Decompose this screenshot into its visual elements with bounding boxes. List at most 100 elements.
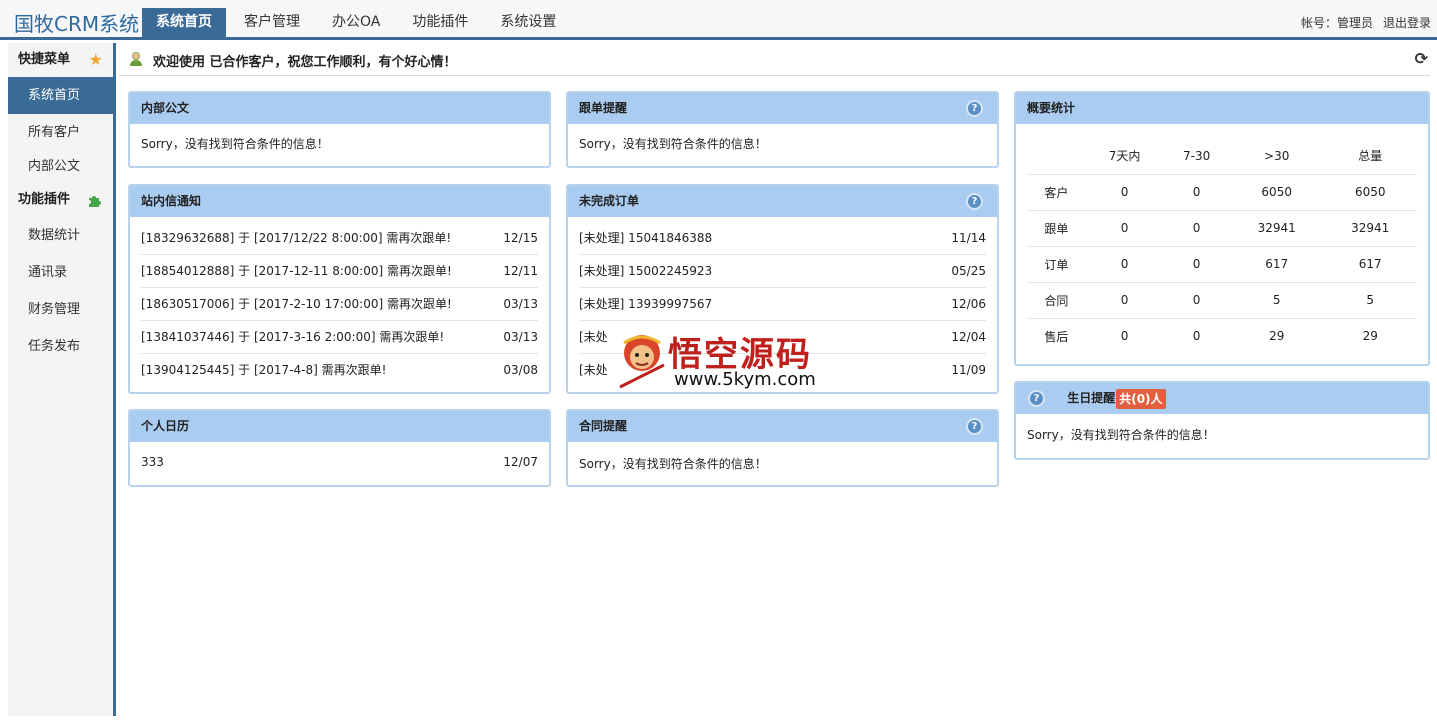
- sidebar-item-home[interactable]: 系统首页: [8, 77, 113, 114]
- account-area: 帐号：管理员 退出登录: [1291, 14, 1431, 31]
- table-cell: 0: [1163, 317, 1230, 354]
- account-label: 帐号：管理员: [1300, 16, 1373, 30]
- list-item[interactable]: [未处理] 13939997567 12/06: [579, 288, 986, 321]
- table-cell: 0: [1163, 173, 1230, 210]
- item-date: 03/13: [503, 330, 538, 344]
- table-cell: 0: [1085, 281, 1164, 318]
- sidebar-quick-menu-label: 快捷菜单: [18, 52, 71, 67]
- panel-title: 合同提醒: [579, 419, 628, 433]
- nav-office-oa[interactable]: 办公OA: [318, 8, 394, 37]
- item-date: 12/06: [951, 297, 986, 311]
- table-cell: 订单: [1027, 245, 1086, 282]
- nav-plugins[interactable]: 功能插件: [398, 8, 482, 37]
- welcome-bar: 欢迎使用 已合作客户，祝您工作顺利，有个好心情！ ⟳: [119, 43, 1430, 76]
- help-icon[interactable]: ?: [966, 418, 983, 435]
- panel-personal-calendar: 个人日历 333 12/07: [128, 409, 551, 487]
- item-text: [未处: [579, 363, 608, 377]
- puzzle-icon: [87, 183, 103, 220]
- sidebar: 快捷菜单 ★ 系统首页 所有客户 内部公文 功能插件 数据统计 通讯录 财务管理…: [8, 43, 116, 716]
- table-cell: 32941: [1229, 209, 1324, 246]
- table-cell: 0: [1085, 209, 1164, 246]
- table-cell: 5: [1229, 281, 1324, 318]
- list-item[interactable]: [18630517006] 于 [2017-2-10 17:00:00] 需再次…: [141, 288, 538, 321]
- item-text: [13841037446] 于 [2017-3-16 2:00:00] 需再次跟…: [141, 330, 445, 344]
- panel-site-messages: 站内信通知 [18329632688] 于 [2017/12/22 8:00:0…: [128, 184, 551, 394]
- column-header: 7-30: [1182, 148, 1211, 163]
- table-cell: 5: [1323, 281, 1417, 318]
- item-text: [18329632688] 于 [2017/12/22 8:00:00] 需再次…: [141, 231, 452, 245]
- sidebar-item-contacts[interactable]: 通讯录: [8, 254, 113, 291]
- table-cell: 跟单: [1027, 209, 1086, 246]
- help-icon[interactable]: ?: [966, 100, 983, 117]
- sidebar-item-all-customers[interactable]: 所有客户: [8, 114, 113, 151]
- sidebar-item-finance[interactable]: 财务管理: [8, 291, 113, 328]
- sidebar-item-statistics[interactable]: 数据统计: [8, 217, 113, 254]
- empty-message: Sorry，没有找到符合条件的信息！: [579, 457, 767, 471]
- panel-title: 跟单提醒: [579, 101, 628, 115]
- list-item[interactable]: [未处 12/04: [579, 321, 986, 354]
- list-item[interactable]: [13841037446] 于 [2017-3-16 2:00:00] 需再次跟…: [141, 321, 538, 354]
- table-row: 合同 0 0 5 5: [1027, 281, 1417, 318]
- sidebar-plugins-header: 功能插件: [8, 183, 113, 217]
- birthday-count-badge: 共(0)人: [1116, 388, 1166, 409]
- table-row: 订单 0 0 617 617: [1027, 245, 1417, 282]
- nav-settings[interactable]: 系统设置: [486, 8, 570, 37]
- nav-customers[interactable]: 客户管理: [230, 8, 314, 37]
- logout-link[interactable]: 退出登录: [1383, 16, 1431, 30]
- empty-message: Sorry，没有找到符合条件的信息！: [579, 137, 767, 151]
- sidebar-plugins-label: 功能插件: [18, 192, 71, 207]
- table-row: 跟单 0 0 32941 32941: [1027, 209, 1417, 246]
- panel-title: 未完成订单: [579, 194, 640, 208]
- stats-header-row: 7天内 7-30 >30 总量: [1027, 138, 1417, 174]
- help-icon[interactable]: ?: [966, 193, 983, 210]
- sidebar-item-tasks[interactable]: 任务发布: [8, 328, 113, 365]
- item-text: [未处理] 15002245923: [579, 264, 713, 278]
- list-item[interactable]: [未处理] 15041846388 11/14: [579, 222, 986, 255]
- item-date: 11/14: [951, 231, 986, 245]
- list-item[interactable]: [18854012888] 于 [2017-12-11 8:00:00] 需再次…: [141, 255, 538, 288]
- panel-title: 个人日历: [130, 411, 549, 442]
- list-item[interactable]: [未处 11/09: [579, 354, 986, 387]
- app-title: 国牧CRM系统: [14, 12, 140, 36]
- item-text: [18854012888] 于 [2017-12-11 8:00:00] 需再次…: [141, 264, 452, 278]
- panel-summary-stats: 概要统计 7天内 7-30 >30 总量 客户 0 0 6050 6050 跟单…: [1014, 91, 1430, 366]
- nav-home[interactable]: 系统首页: [142, 8, 226, 37]
- item-date: 05/25: [951, 264, 986, 278]
- column-header: 总量: [1358, 149, 1383, 164]
- table-cell: 29: [1323, 317, 1417, 354]
- refresh-icon[interactable]: ⟳: [1415, 49, 1428, 68]
- table-cell: 0: [1085, 245, 1164, 282]
- sidebar-item-internal-docs[interactable]: 内部公文: [8, 151, 113, 183]
- list-item[interactable]: [13904125445] 于 [2017-4-8] 需再次跟单! 03/08: [141, 354, 538, 387]
- top-bar: 国牧CRM系统 系统首页 客户管理 办公OA 功能插件 系统设置 帐号：管理员退…: [0, 0, 1437, 40]
- table-cell: 29: [1229, 317, 1324, 354]
- table-cell: 售后: [1027, 317, 1086, 354]
- item-date: 03/08: [503, 363, 538, 377]
- table-cell: 客户: [1027, 173, 1086, 210]
- panel-title: 站内信通知: [130, 186, 549, 217]
- column-header: [1027, 138, 1086, 174]
- item-text: [未处理] 15041846388: [579, 231, 713, 245]
- table-row: 客户 0 0 6050 6050: [1027, 173, 1417, 210]
- table-cell: 617: [1229, 245, 1324, 282]
- panel-followup-reminder: 跟单提醒 ? Sorry，没有找到符合条件的信息！: [566, 91, 999, 168]
- panel-title: 内部公文: [130, 93, 549, 124]
- stats-table: 7天内 7-30 >30 总量 客户 0 0 6050 6050 跟单 0 0: [1027, 138, 1417, 354]
- list-item[interactable]: [未处理] 15002245923 05/25: [579, 255, 986, 288]
- item-text: [18630517006] 于 [2017-2-10 17:00:00] 需再次…: [141, 297, 452, 311]
- item-date: 03/13: [503, 297, 538, 311]
- table-cell: 32941: [1323, 209, 1417, 246]
- item-text: [未处理] 13939997567: [579, 297, 713, 311]
- list-item[interactable]: 333 12/07: [141, 446, 538, 479]
- panel-title: 概要统计: [1016, 93, 1428, 124]
- panel-birthday-reminder: ? 生日提醒 共(0)人 Sorry，没有找到符合条件的信息！: [1014, 381, 1430, 460]
- star-icon: ★: [88, 50, 103, 69]
- panel-title: 生日提醒: [1067, 391, 1116, 405]
- list-item[interactable]: [18329632688] 于 [2017/12/22 8:00:00] 需再次…: [141, 222, 538, 255]
- table-row: 售后 0 0 29 29: [1027, 317, 1417, 354]
- sidebar-quick-menu-header: 快捷菜单 ★: [8, 43, 113, 77]
- help-icon[interactable]: ?: [1028, 390, 1045, 407]
- table-cell: 6050: [1229, 173, 1324, 210]
- column-header: >30: [1264, 148, 1290, 163]
- column-header: 7天内: [1108, 149, 1141, 164]
